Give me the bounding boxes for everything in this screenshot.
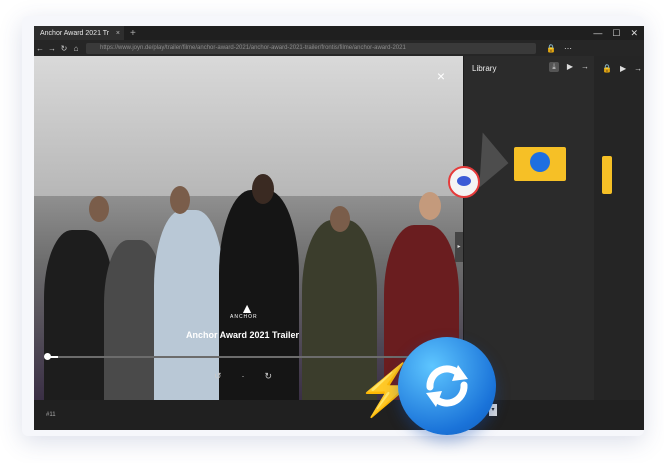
- anchor-logo-icon: ▲: [240, 300, 254, 316]
- minimize-icon[interactable]: —: [593, 28, 602, 38]
- lock-icon[interactable]: 🔒: [546, 44, 556, 53]
- video-head: [170, 186, 190, 214]
- forward-skip-icon[interactable]: ↻: [265, 371, 273, 382]
- sync-arrows-icon: [426, 365, 468, 407]
- maximize-icon[interactable]: ☐: [612, 28, 620, 39]
- library-panel: Library ⤓ ▶ →: [463, 56, 595, 400]
- progress-thumb[interactable]: [44, 353, 51, 360]
- url-input[interactable]: https://www.joyn.de/play/trailer/filme/a…: [86, 42, 536, 54]
- library-title: Library: [472, 64, 497, 73]
- library-toolbar: ⤓ ▶ →: [549, 62, 589, 72]
- address-actions: 🔒 ⋯: [546, 44, 572, 53]
- sync-icon[interactable]: [398, 337, 496, 435]
- browser-window: Anchor Award 2021 Tr × + — ☐ ✕ ← → ↻ ⌂ h…: [34, 26, 644, 430]
- video-head: [419, 192, 441, 220]
- forward-icon[interactable]: →: [46, 44, 58, 53]
- video-icon[interactable]: ▶: [567, 62, 573, 72]
- close-window-icon[interactable]: ✕: [630, 28, 638, 39]
- new-tab-icon[interactable]: +: [130, 28, 136, 39]
- video-title: Anchor Award 2021 Trailer: [186, 330, 300, 340]
- video-person: [219, 190, 299, 400]
- export-panel-icon[interactable]: →: [634, 64, 642, 73]
- camera-icon: [530, 152, 550, 172]
- video-head: [252, 174, 274, 204]
- video-background: [34, 56, 463, 196]
- playback-controls: ↺ · ↻: [214, 371, 272, 382]
- right-panel-toolbar: 🔒 ▶ →: [602, 64, 642, 73]
- tab-title: Anchor Award 2021 Tr: [40, 29, 110, 37]
- video-player[interactable]: × ▲ ANCHOR Anchor Award 2021 Trailer ↺ ·…: [34, 56, 463, 400]
- eye-icon: [448, 166, 480, 198]
- back-icon[interactable]: ←: [34, 44, 46, 53]
- rewind-icon[interactable]: ↺: [214, 371, 222, 382]
- reload-icon[interactable]: ↻: [58, 44, 70, 53]
- lock-panel-icon[interactable]: 🔒: [602, 64, 612, 73]
- export-icon[interactable]: →: [581, 62, 589, 72]
- menu-icon[interactable]: ⋯: [564, 44, 572, 53]
- tab-close-icon[interactable]: ×: [116, 30, 120, 37]
- video-head: [89, 196, 109, 222]
- video-panel-icon[interactable]: ▶: [620, 64, 626, 73]
- video-head: [330, 206, 350, 232]
- bottom-label: #11: [46, 412, 56, 418]
- progress-bar[interactable]: [46, 356, 446, 358]
- address-bar: ← → ↻ ⌂ https://www.joyn.de/play/trailer…: [34, 40, 644, 56]
- home-icon[interactable]: ⌂: [70, 44, 82, 53]
- tab-anchor-award[interactable]: Anchor Award 2021 Tr ×: [34, 26, 124, 40]
- window-controls: — ☐ ✕: [593, 26, 638, 40]
- video-card-icon: [602, 156, 612, 194]
- close-video-icon[interactable]: ×: [437, 68, 445, 84]
- title-bar: Anchor Award 2021 Tr × + — ☐ ✕: [34, 26, 644, 40]
- bottom-bar: #11 ▾: [34, 400, 644, 430]
- right-panel: 🔒 ▶ →: [594, 56, 644, 400]
- play-icon[interactable]: ·: [242, 371, 245, 382]
- panel-toggle-icon[interactable]: ▸: [455, 232, 463, 262]
- logo-text: ANCHOR: [230, 314, 258, 320]
- download-icon[interactable]: ⤓: [549, 62, 559, 72]
